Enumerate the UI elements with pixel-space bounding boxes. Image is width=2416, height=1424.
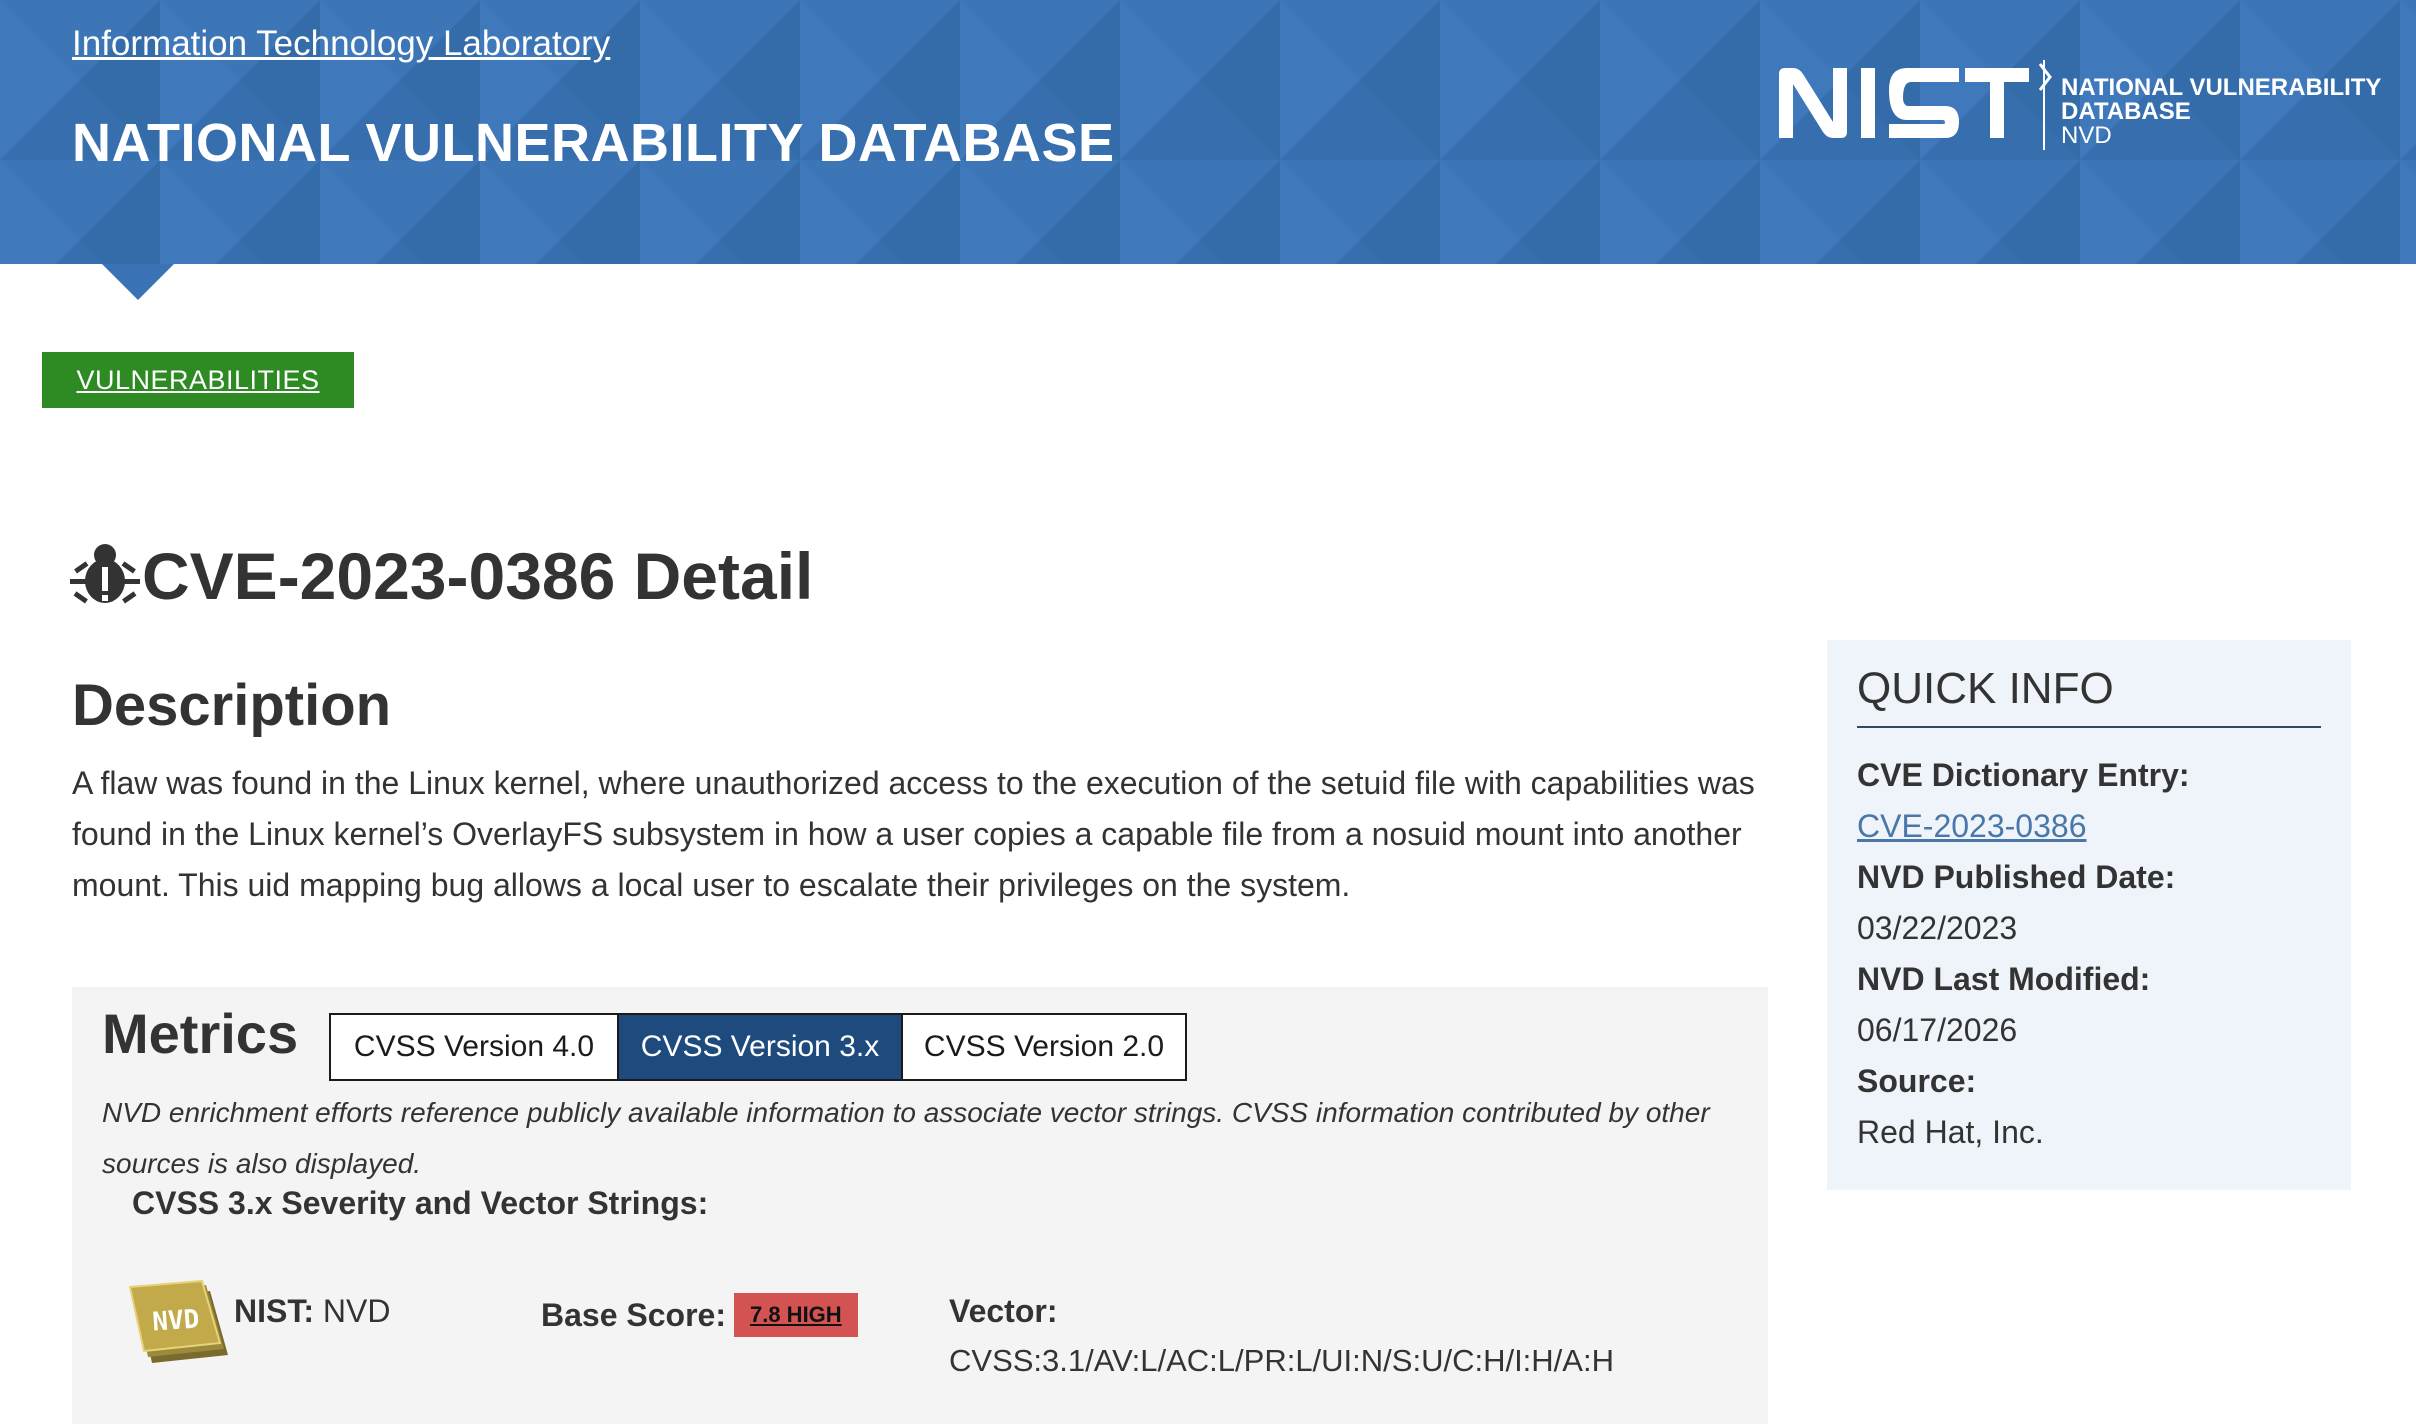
cve-entry-label: CVE Dictionary Entry: [1857, 757, 2190, 793]
cvss-version-tabs: CVSS Version 4.0 CVSS Version 3.x CVSS V… [329, 1013, 1187, 1081]
logo-line-1: NATIONAL VULNERABILITY [2061, 74, 2382, 101]
score-source-label: NIST: [234, 1293, 314, 1329]
quick-info-panel: QUICK INFO CVE Dictionary Entry: CVE-202… [1827, 640, 2351, 1190]
metrics-panel: Metrics CVSS Version 4.0 CVSS Version 3.… [72, 987, 1768, 1424]
last-modified-value: 06/17/2026 [1857, 1012, 2018, 1048]
source-value: Red Hat, Inc. [1857, 1114, 2044, 1150]
published-date-value: 03/22/2023 [1857, 910, 2018, 946]
logo-divider [2043, 60, 2045, 150]
site-title[interactable]: NATIONAL VULNERABILITY DATABASE [72, 112, 1115, 174]
tab-cvss-4-0[interactable]: CVSS Version 4.0 [331, 1015, 617, 1079]
logo-line-3: NVD [2061, 122, 2112, 149]
base-score-label: Base Score: [541, 1296, 726, 1333]
vector-label: Vector: [949, 1293, 1058, 1329]
last-modified-label: NVD Last Modified: [1857, 961, 2151, 997]
description-text: A flaw was found in the Linux kernel, wh… [72, 765, 1755, 903]
tab-cvss-2-0[interactable]: CVSS Version 2.0 [901, 1015, 1185, 1079]
logo-subtitle: NATIONAL VULNERABILITY DATABASE NVD [2061, 76, 2381, 148]
nvd-badge-icon: NVD [128, 1279, 228, 1363]
logo-line-2: DATABASE [2061, 98, 2191, 125]
quick-info-title: QUICK INFO [1857, 664, 2321, 728]
published-date-label: NVD Published Date: [1857, 859, 2176, 895]
header-notch [102, 264, 174, 300]
chevron-right-icon [2038, 63, 2052, 91]
quick-info-list: CVE Dictionary Entry: CVE-2023-0386 NVD … [1857, 750, 2327, 1158]
nist-wordmark-icon [1779, 68, 2029, 138]
description-heading: Description [72, 673, 392, 738]
breadcrumb-vulnerabilities[interactable]: VULNERABILITIES [76, 365, 319, 396]
nist-nvd-logo[interactable]: NATIONAL VULNERABILITY DATABASE NVD [1775, 60, 2395, 160]
svg-text:NVD: NVD [151, 1304, 200, 1337]
page-title: CVE-2023-0386 Detail [70, 536, 813, 616]
score-source-value: NVD [322, 1293, 391, 1329]
tab-cvss-3-x[interactable]: CVSS Version 3.x [617, 1015, 901, 1079]
itl-link[interactable]: Information Technology Laboratory [72, 24, 610, 64]
enrichment-note: NVD enrichment efforts reference publicl… [102, 1097, 1710, 1179]
vector-string: CVSS:3.1/AV:L/AC:L/PR:L/UI:N/S:U/C:H/I:H… [949, 1343, 1614, 1378]
source-label: Source: [1857, 1063, 1977, 1099]
bug-icon [70, 544, 140, 604]
cve-entry-link[interactable]: CVE-2023-0386 [1857, 808, 2086, 844]
breadcrumb: VULNERABILITIES [42, 352, 354, 408]
base-score: Base Score: 7.8 HIGH [541, 1293, 858, 1337]
cve-title-text: CVE-2023-0386 Detail [142, 539, 814, 613]
base-score-badge[interactable]: 7.8 HIGH [733, 1293, 858, 1337]
site-header: Information Technology Laboratory NATION… [0, 0, 2416, 264]
score-source: NIST: NVD [234, 1293, 390, 1330]
metrics-heading: Metrics [102, 1002, 299, 1065]
severity-heading: CVSS 3.x Severity and Vector Strings: [132, 1185, 709, 1221]
